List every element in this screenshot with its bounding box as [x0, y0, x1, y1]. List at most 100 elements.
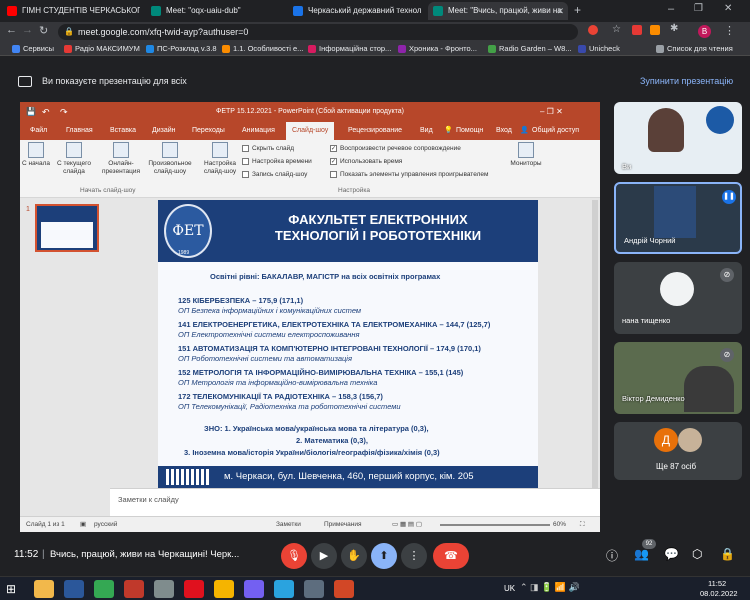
keyboard-language[interactable]: UK [504, 584, 515, 593]
tab-view[interactable]: Вид [420, 125, 433, 137]
view-buttons[interactable]: ▭ ▦ ▤ ▢ [392, 517, 422, 532]
tab-file[interactable]: Файл [30, 125, 47, 137]
maximize-icon[interactable]: ❐ [694, 3, 703, 14]
participant-tile-self[interactable]: Ви [614, 102, 742, 174]
zoom-slider[interactable] [440, 524, 550, 526]
file-explorer-icon[interactable] [34, 580, 54, 598]
star-icon[interactable]: ☆ [612, 24, 621, 35]
reload-icon[interactable]: ↻ [39, 24, 48, 37]
tab-animation[interactable]: Анимация [242, 125, 275, 137]
app-icon[interactable] [124, 580, 144, 598]
bookmark[interactable]: Unicheck [578, 42, 620, 56]
redo-icon[interactable]: ↷ [60, 102, 68, 122]
browser-tab[interactable]: Meet: "oqx-uaiu-dub" [146, 2, 284, 20]
forward-icon[interactable]: → [22, 24, 33, 36]
chat-icon[interactable]: 💬 [664, 547, 679, 561]
use-timings-checkbox[interactable]: ✓ Использовать время [330, 157, 402, 167]
reading-list[interactable]: Список для чтения [656, 42, 733, 56]
app-icon[interactable] [154, 580, 174, 598]
participant-tile[interactable]: ⊘ Віктор Демиденко [614, 342, 742, 414]
tab-design[interactable]: Дизайн [152, 125, 176, 137]
leave-call-button[interactable]: ☎ [433, 543, 469, 569]
back-icon[interactable]: ← [6, 24, 17, 36]
info-icon[interactable]: ⓘ [606, 547, 618, 564]
camera-button[interactable]: ▶ [311, 543, 337, 569]
custom-show-button[interactable]: Произвольное слайд-шоу [146, 142, 194, 176]
lightbulb-icon: 💡 [444, 127, 453, 134]
tab-insert[interactable]: Вставка [110, 125, 136, 137]
avatar[interactable]: В [698, 25, 711, 38]
notes-toggle[interactable]: Заметки [276, 517, 301, 532]
login-link[interactable]: Вход [496, 125, 512, 137]
online-presentation-button[interactable]: Онлайн-презентация [98, 142, 144, 176]
tray-icons[interactable]: ⌃ ◨ 🔋 📶 🔊 [520, 582, 580, 593]
bookmark[interactable]: Сервисы [12, 42, 54, 56]
help-search[interactable]: Помощн [456, 125, 483, 137]
share-button[interactable]: Общий доступ [532, 125, 579, 137]
extension-icon[interactable] [632, 25, 642, 35]
chrome-icon[interactable] [94, 580, 114, 598]
save-icon[interactable]: 💾 [26, 102, 36, 122]
puzzle-icon[interactable]: ✱ [670, 23, 678, 34]
app-icon[interactable] [214, 580, 234, 598]
menu-icon[interactable]: ⋮ [724, 24, 735, 37]
opera-icon[interactable] [184, 580, 204, 598]
minimize-icon[interactable]: – [668, 3, 674, 15]
telegram-icon[interactable] [274, 580, 294, 598]
window-close-icon[interactable]: ✕ [724, 3, 732, 14]
more-participants-tile[interactable]: Д Ще 87 осіб [614, 422, 742, 480]
people-icon[interactable]: 👥 [634, 547, 649, 561]
mic-off-button[interactable]: 🎙 [281, 543, 307, 569]
vertical-scrollbar[interactable] [592, 200, 598, 488]
record-show-button[interactable]: Запись слайд-шоу [242, 170, 307, 180]
monitors-button[interactable]: Мониторы [506, 142, 546, 168]
powerpoint-icon[interactable] [334, 580, 354, 598]
browser-tab-active[interactable]: Meet: "Вчись, працюй, живи на ✕ [428, 2, 568, 20]
app-icon[interactable] [304, 580, 324, 598]
clock-time[interactable]: 11:52 [708, 579, 726, 588]
notes-pane[interactable]: Заметки к слайду [110, 488, 600, 516]
browser-tab[interactable]: ГІМН СТУДЕНТІВ ЧЕРКАСЬКОГ [2, 2, 140, 20]
bookmark[interactable]: Інформаційна стор... [308, 42, 391, 56]
viber-icon[interactable] [244, 580, 264, 598]
bookmark[interactable]: ПС-Розклад v.3.8 [146, 42, 217, 56]
undo-icon[interactable]: ↶ [42, 102, 50, 122]
participant-tile[interactable]: ⊘ нана тищенко [614, 262, 742, 334]
tab-home[interactable]: Главная [66, 125, 93, 137]
rehearse-timings-button[interactable]: Настройка времени [242, 157, 312, 167]
extension-icon[interactable] [650, 25, 660, 35]
slide-canvas[interactable]: ФЕТ 1989 ФАКУЛЬТЕТ ЕЛЕКТРОННИХ ТЕХНОЛОГІ… [158, 200, 538, 488]
host-controls-icon[interactable]: 🔒 [720, 547, 735, 561]
tab-transitions[interactable]: Переходы [192, 125, 225, 137]
raise-hand-button[interactable]: ✋ [341, 543, 367, 569]
url-field[interactable]: 🔒 meet.google.com/xfq-twid-ayp?authuser=… [58, 24, 578, 40]
browser-tab[interactable]: Черкаський державний технол [288, 2, 426, 20]
tab-slideshow[interactable]: Слайд-шоу [286, 122, 335, 140]
show-controls-checkbox[interactable]: Показать элементы управления проигрывате… [330, 170, 488, 180]
bookmark[interactable]: Радіо МАКСИМУМ [64, 42, 140, 56]
from-current-button[interactable]: С текущего слайда [52, 142, 96, 176]
from-start-button[interactable]: С начала [22, 142, 50, 168]
slide-thumbnail[interactable] [35, 204, 99, 252]
close-icon[interactable]: ✕ [556, 2, 564, 20]
new-tab-icon[interactable]: + [574, 3, 581, 17]
tab-review[interactable]: Рецензирование [348, 125, 402, 137]
participant-tile[interactable]: ❚❚ Андрій Чорний [614, 182, 742, 254]
play-narrations-checkbox[interactable]: ✓ Воспроизвести речевое сопровождение [330, 144, 461, 154]
bookmark[interactable]: Хроника - Фронто... [398, 42, 477, 56]
hide-slide-button[interactable]: Скрыть слайд [242, 144, 294, 154]
word-icon[interactable] [64, 580, 84, 598]
window-controls-icon[interactable]: – ❐ ✕ [540, 102, 563, 122]
camera-indicator-icon[interactable] [588, 25, 598, 35]
activities-icon[interactable]: ⬡ [692, 547, 702, 561]
more-options-button[interactable]: ⋮ [401, 543, 427, 569]
start-icon[interactable]: ⊞ [6, 582, 16, 596]
bookmark[interactable]: 1.1. Особливості е... [222, 42, 303, 56]
stop-presenting-button[interactable]: Зупинити презентацію [640, 76, 733, 86]
present-button[interactable]: ⬆ [371, 543, 397, 569]
bookmark[interactable]: Radio Garden – W8... [488, 42, 572, 56]
setup-show-button[interactable]: Настройка слайд-шоу [200, 142, 240, 176]
fit-icon[interactable]: ⛶ [580, 517, 585, 532]
clock-date[interactable]: 08.02.2022 [700, 589, 738, 598]
comments-toggle[interactable]: Примечания [324, 517, 362, 532]
